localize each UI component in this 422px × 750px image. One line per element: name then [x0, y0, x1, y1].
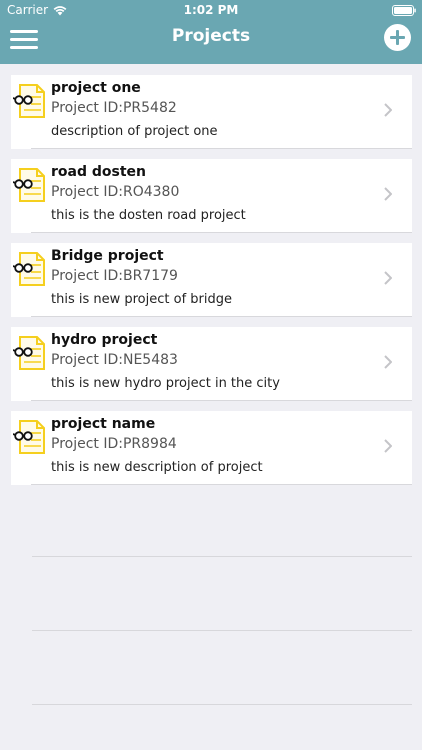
project-list-item[interactable]: project one Project ID:PR5482 descriptio… [11, 75, 412, 149]
battery-icon [392, 5, 416, 16]
project-name: Bridge project [51, 248, 164, 264]
hamburger-menu-icon [10, 46, 38, 49]
project-id: Project ID:BR7179 [51, 268, 178, 284]
empty-row-separator [32, 704, 412, 705]
project-id: Project ID:PR5482 [51, 100, 177, 116]
project-name: project one [51, 80, 141, 96]
document-glasses-icon [13, 84, 45, 118]
page-title: Projects [171, 26, 251, 46]
document-glasses-icon [13, 336, 45, 370]
navigation-bar: Projects [0, 20, 422, 64]
document-glasses-icon [13, 252, 45, 286]
document-glasses-icon [13, 420, 45, 454]
project-name: project name [51, 416, 156, 432]
project-description: this is new description of project [51, 460, 263, 475]
project-description: this is the dosten road project [51, 208, 246, 223]
project-list-item[interactable]: road dosten Project ID:RO4380 this is th… [11, 159, 412, 233]
document-glasses-icon [13, 168, 45, 202]
project-name: road dosten [51, 164, 146, 180]
empty-row-separator [32, 630, 412, 631]
status-bar: Carrier 1:02 PM [0, 0, 422, 22]
chevron-right-icon [384, 187, 392, 201]
project-id: Project ID:NE5483 [51, 352, 178, 368]
project-list-item[interactable]: project name Project ID:PR8984 this is n… [11, 411, 412, 485]
project-description: this is new hydro project in the city [51, 376, 280, 391]
chevron-right-icon [384, 103, 392, 117]
project-list-item[interactable]: Bridge project Project ID:BR7179 this is… [11, 243, 412, 317]
project-id: Project ID:PR8984 [51, 436, 177, 452]
project-description: description of project one [51, 124, 218, 139]
add-project-button[interactable] [384, 24, 411, 51]
project-list: project one Project ID:PR5482 descriptio… [11, 75, 412, 495]
status-time: 1:02 PM [183, 3, 239, 17]
empty-row-separator [32, 556, 412, 557]
app-header: Carrier 1:02 PM Projects [0, 0, 422, 64]
project-list-item[interactable]: hydro project Project ID:NE5483 this is … [11, 327, 412, 401]
chevron-right-icon [384, 439, 392, 453]
chevron-right-icon [384, 355, 392, 369]
project-name: hydro project [51, 332, 158, 348]
chevron-right-icon [384, 271, 392, 285]
project-description: this is new project of bridge [51, 292, 232, 307]
project-id: Project ID:RO4380 [51, 184, 180, 200]
